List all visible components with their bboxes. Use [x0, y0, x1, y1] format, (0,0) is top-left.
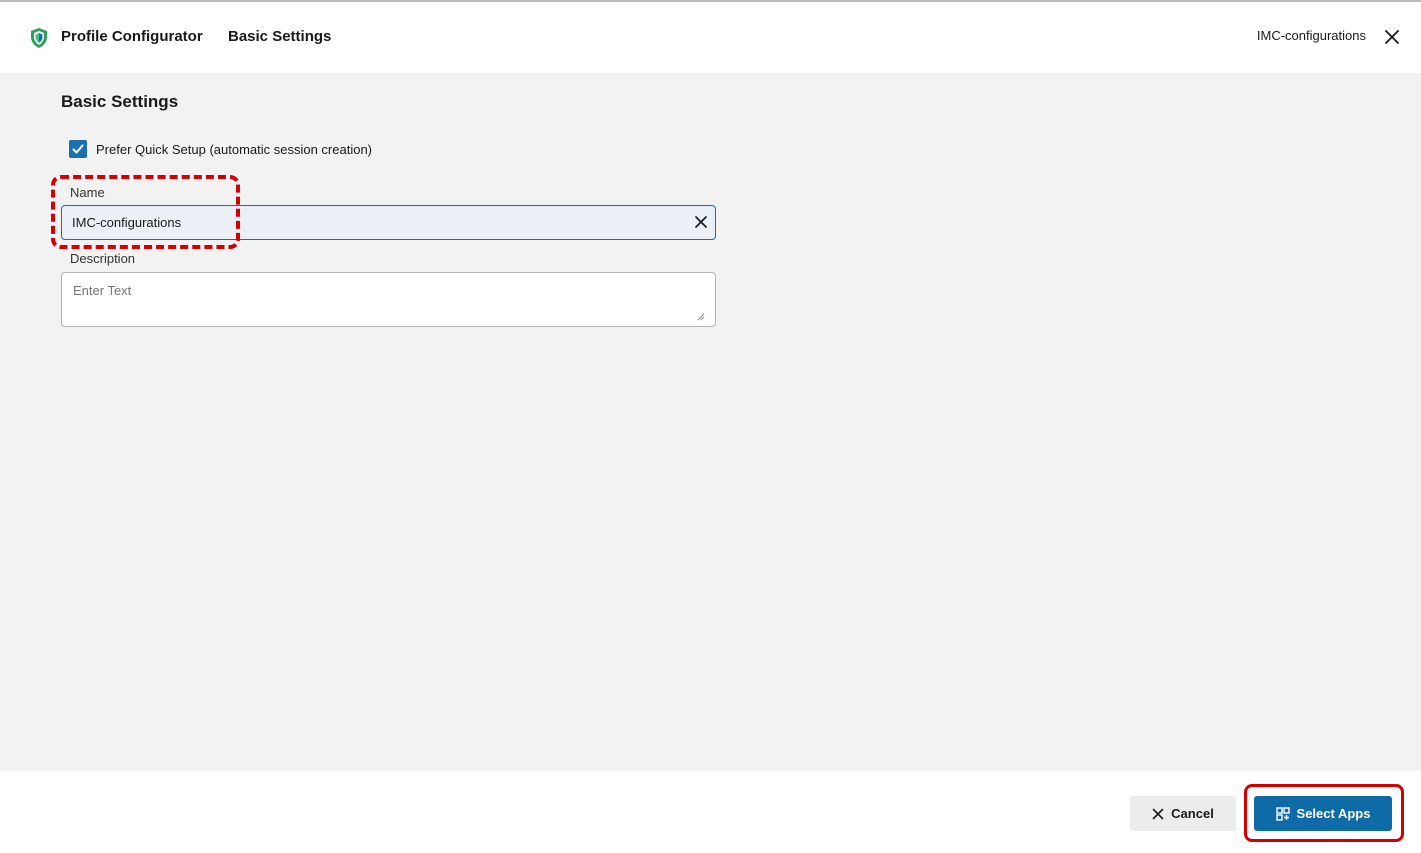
resize-handle-icon[interactable] — [697, 308, 705, 321]
shield-icon — [29, 27, 49, 49]
cancel-button-label: Cancel — [1171, 806, 1214, 821]
clear-input-icon[interactable] — [693, 214, 709, 230]
name-field[interactable] — [72, 206, 672, 238]
app-title: Profile Configurator — [61, 28, 203, 45]
close-icon[interactable] — [1383, 28, 1401, 46]
checkmark-icon — [72, 144, 84, 154]
close-icon — [1152, 808, 1164, 819]
select-apps-button-label: Select Apps — [1296, 806, 1371, 821]
main-content: Basic Settings Prefer Quick Setup (autom… — [0, 73, 1421, 771]
name-field-container — [61, 205, 716, 240]
select-apps-button[interactable]: Select Apps — [1254, 796, 1392, 831]
description-field[interactable] — [73, 283, 693, 321]
cancel-button[interactable]: Cancel — [1130, 796, 1236, 831]
name-label: Name — [70, 185, 105, 200]
description-field-container — [61, 272, 716, 327]
footer-bar: Cancel Select Apps — [0, 771, 1421, 853]
description-label: Description — [70, 251, 136, 266]
quick-setup-checkbox[interactable] — [69, 140, 87, 158]
header-bar: Profile Configurator Basic Settings IMC-… — [0, 2, 1421, 73]
profile-name-label: IMC-configurations — [1256, 28, 1366, 43]
section-title: Basic Settings — [61, 92, 179, 111]
quick-setup-checkbox-row[interactable]: Prefer Quick Setup (automatic session cr… — [69, 140, 372, 158]
app-window: Profile Configurator Basic Settings IMC-… — [0, 0, 1421, 853]
quick-setup-label: Prefer Quick Setup (automatic session cr… — [96, 141, 373, 157]
page-title: Basic Settings — [228, 28, 332, 45]
apps-grid-icon — [1275, 806, 1290, 821]
